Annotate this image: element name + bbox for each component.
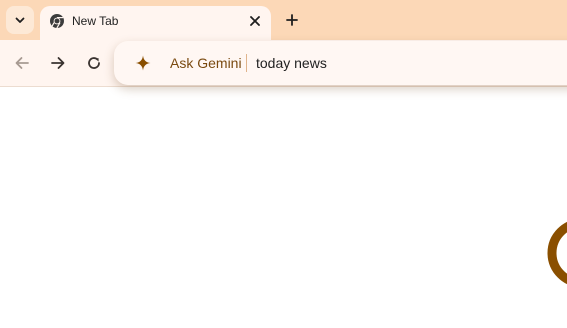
omnibox-divider (246, 54, 247, 72)
arrow-right-icon (51, 57, 65, 69)
chevron-down-icon (15, 17, 25, 23)
tab-title: New Tab (72, 14, 119, 28)
tab-new-tab[interactable]: New Tab (40, 6, 271, 40)
chrome-icon (50, 14, 64, 29)
loading-ring (547, 218, 567, 288)
gemini-sparkle-icon (135, 55, 151, 71)
new-tab-button[interactable] (280, 8, 304, 32)
plus-icon (286, 14, 298, 26)
browser-window: New Tab Ask Gemini today news (0, 0, 567, 328)
back-button[interactable] (9, 50, 35, 76)
forward-button[interactable] (45, 50, 71, 76)
ask-gemini-label: Ask Gemini (170, 55, 242, 71)
close-icon (250, 16, 260, 26)
omnibox-query-input[interactable]: today news (256, 55, 327, 71)
arrow-left-icon (15, 57, 29, 69)
omnibox[interactable]: Ask Gemini today news (114, 41, 567, 85)
tab-strip: New Tab (0, 0, 567, 40)
tab-search-button[interactable] (6, 6, 34, 34)
reload-button[interactable] (81, 50, 107, 76)
tab-close-button[interactable] (245, 11, 265, 31)
reload-icon (88, 57, 100, 69)
